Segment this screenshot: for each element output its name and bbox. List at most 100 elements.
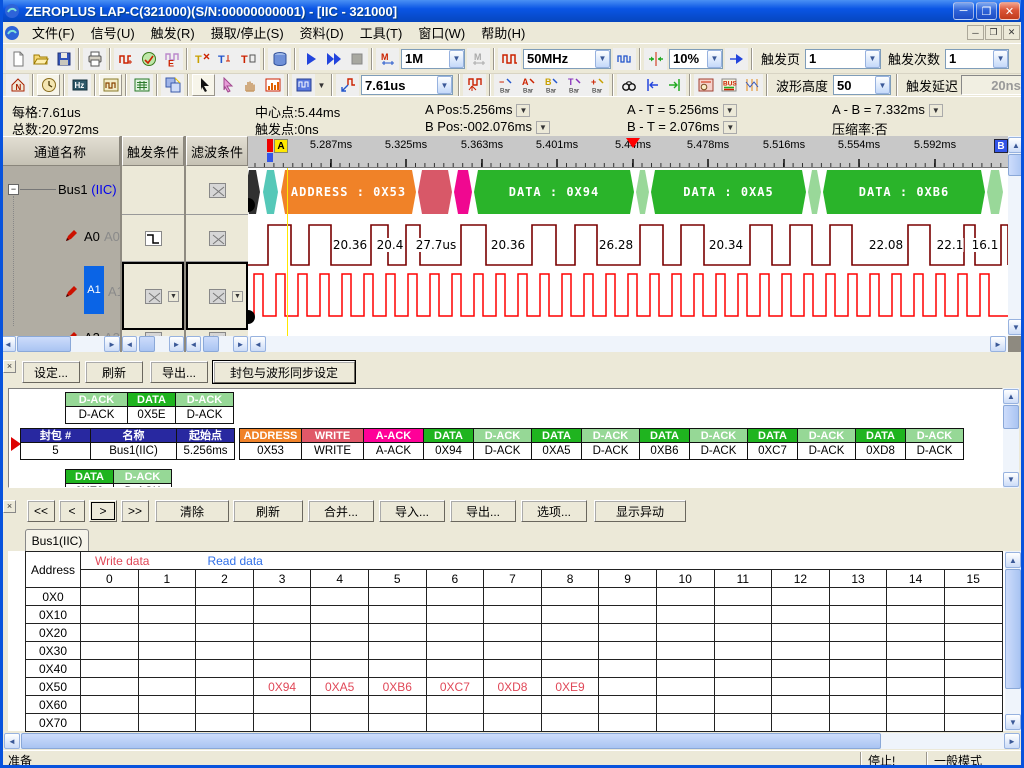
- clock-icon[interactable]: [37, 74, 60, 96]
- display-ratio-select[interactable]: 10%▼: [669, 49, 723, 69]
- bus-packet-segment[interactable]: DATA : 0XB6: [823, 170, 985, 214]
- navigator-panel-close-icon[interactable]: ×: [3, 500, 16, 513]
- bus-packet-segment[interactable]: DATA : 0X94: [474, 170, 634, 214]
- packet-cell-dack[interactable]: D-ACKD-ACK: [582, 428, 640, 460]
- scroll-right-button[interactable]: ►: [233, 336, 248, 352]
- bar-t-icon[interactable]: TBar: [563, 74, 586, 96]
- collapse-icon[interactable]: −: [8, 184, 19, 195]
- chevron-down-icon[interactable]: ▼: [865, 50, 880, 68]
- packet-row-prev[interactable]: D-ACKD-ACKDATA0X5ED-ACKD-ACK: [66, 392, 234, 424]
- goto-trigger-icon[interactable]: [725, 48, 748, 70]
- a-b-dropdown[interactable]: ▼: [929, 104, 943, 117]
- trigger-property-icon[interactable]: T: [191, 48, 214, 70]
- packet-row-cells[interactable]: ADDRESS0X53WRITEWRITEA-ACKA-ACKDATA0X94D…: [240, 428, 964, 460]
- bus-gap-segment[interactable]: [454, 170, 472, 214]
- find-icon[interactable]: [617, 74, 640, 96]
- packet-info-cell[interactable]: 封包 #5: [21, 428, 91, 460]
- scroll-thumb[interactable]: [139, 336, 155, 352]
- time-div-select[interactable]: 7.61us▼: [361, 75, 453, 95]
- state-window-icon[interactable]: [130, 74, 153, 96]
- scroll-left-button[interactable]: ◄: [250, 336, 266, 352]
- packet-cell-data[interactable]: DATA0XE9: [66, 469, 114, 488]
- scroll-down-button[interactable]: ▼: [1008, 319, 1024, 335]
- sample-rate-blue-icon[interactable]: [613, 48, 636, 70]
- b-pos-dropdown[interactable]: ▼: [536, 121, 550, 134]
- trigger-content-icon[interactable]: T: [237, 48, 260, 70]
- scroll-left-button[interactable]: ◄: [4, 733, 20, 749]
- sample-rate-select[interactable]: 50MHz▼: [523, 49, 611, 69]
- nav-button-9[interactable]: 导出...: [450, 500, 516, 522]
- hand-tool-icon[interactable]: [238, 74, 261, 96]
- chevron-down-icon[interactable]: ▼: [707, 50, 722, 68]
- channel-hscrollbar[interactable]: ◄ ►: [0, 336, 120, 352]
- bus-gap-segment[interactable]: [808, 170, 821, 214]
- memory-depth-select[interactable]: 1M▼: [401, 49, 465, 69]
- a-bar-flag[interactable]: A: [274, 139, 288, 153]
- packet-button-1[interactable]: 设定...: [22, 361, 80, 383]
- bar-b-icon[interactable]: BBar: [540, 74, 563, 96]
- pulse-bar-icon[interactable]: [463, 74, 486, 96]
- packet-cell-write[interactable]: WRITEWRITE: [302, 428, 364, 460]
- bus-name[interactable]: Bus1: [58, 182, 88, 197]
- channel-a0-label[interactable]: A0: [84, 229, 100, 244]
- scroll-right-button[interactable]: ►: [104, 336, 120, 352]
- bus-edit-icon[interactable]: E: [160, 48, 183, 70]
- zoom-wave-icon[interactable]: [336, 74, 359, 96]
- nav-button-4[interactable]: >>: [121, 500, 149, 522]
- tab-bus1-iic[interactable]: Bus1(IIC): [25, 529, 89, 551]
- trigger-cell-dropdown[interactable]: ▼: [168, 291, 179, 302]
- menu-item[interactable]: 窗口(W): [410, 20, 473, 45]
- mdi-close-button[interactable]: ✕: [1003, 25, 1020, 40]
- menu-item[interactable]: 触发(R): [143, 20, 203, 45]
- scroll-down-button[interactable]: ▼: [1003, 472, 1019, 487]
- time-ruler[interactable]: 5.287ms5.325ms5.363ms5.401ms5.44ms5.478m…: [248, 136, 1008, 168]
- trigger-cell-a1[interactable]: ▼: [122, 262, 184, 330]
- packet-button-4[interactable]: 封包与波形同步设定: [213, 361, 355, 383]
- bus-packet-window-icon[interactable]: BUS: [717, 74, 740, 96]
- nav-button-8[interactable]: 导入...: [379, 500, 445, 522]
- scroll-up-button[interactable]: ▲: [1008, 137, 1024, 153]
- nav-button-10[interactable]: 选项...: [521, 500, 587, 522]
- trigger-count-select[interactable]: 1▼: [945, 49, 1009, 69]
- wave-area[interactable]: ADDRESS : 0X53DATA : 0X94DATA : 0XA5DATA…: [248, 168, 1008, 336]
- noise-filter-icon[interactable]: [740, 74, 763, 96]
- packet-panel-close-icon[interactable]: ×: [3, 360, 16, 373]
- a-t-dropdown[interactable]: ▼: [723, 104, 737, 117]
- packet-info-cell[interactable]: 名称Bus1(IIC): [91, 428, 177, 460]
- memory-depth-icon[interactable]: M: [376, 48, 399, 70]
- trigger-cell-bus[interactable]: [122, 166, 184, 215]
- trigger-time-icon[interactable]: T: [214, 48, 237, 70]
- chevron-down-icon[interactable]: ▼: [449, 50, 464, 68]
- trigger-cell-a0[interactable]: [122, 215, 184, 262]
- open-file-icon[interactable]: [29, 48, 52, 70]
- sample-rate-red-icon[interactable]: [498, 48, 521, 70]
- nav-button-5[interactable]: 清除: [155, 500, 229, 522]
- save-file-icon[interactable]: [52, 48, 75, 70]
- chevron-down-icon[interactable]: ▼: [437, 76, 452, 94]
- a-pos-dropdown[interactable]: ▼: [516, 104, 530, 117]
- run-repeat-icon[interactable]: [322, 48, 345, 70]
- nav-button-2[interactable]: <: [59, 500, 85, 522]
- packet-list[interactable]: D-ACKD-ACKDATA0X5ED-ACKD-ACK 封包 #5名称Bus1…: [8, 388, 1003, 488]
- chevron-down-icon[interactable]: ▼: [315, 74, 328, 96]
- stop-icon[interactable]: [345, 48, 368, 70]
- scroll-right-button[interactable]: ►: [1004, 733, 1020, 749]
- packet-cell-dack[interactable]: D-ACKD-ACK: [474, 428, 532, 460]
- menu-item[interactable]: 信号(U): [83, 20, 143, 45]
- nav-button-1[interactable]: <<: [27, 500, 55, 522]
- packet-cell-data[interactable]: DATA0XA5: [532, 428, 582, 460]
- display-center-icon[interactable]: [644, 48, 667, 70]
- a-bar-cursor-line[interactable]: [287, 168, 288, 336]
- nav-button-7[interactable]: 合并...: [308, 500, 374, 522]
- packet-cell-dack[interactable]: D-ACKD-ACK: [906, 428, 964, 460]
- bar-plus-icon[interactable]: +Bar: [586, 74, 609, 96]
- scroll-thumb[interactable]: [1008, 154, 1024, 176]
- bus-gap-segment[interactable]: [636, 170, 649, 214]
- run-icon[interactable]: [299, 48, 322, 70]
- pointer-tool-icon[interactable]: [192, 74, 215, 96]
- bus-packet-segment[interactable]: DATA : 0XA5: [651, 170, 806, 214]
- wave-window-icon[interactable]: [99, 74, 122, 96]
- mdi-minimize-button[interactable]: ─: [967, 25, 984, 40]
- minimize-button[interactable]: ─: [953, 2, 974, 20]
- wave-height-select[interactable]: 50▼: [833, 75, 891, 95]
